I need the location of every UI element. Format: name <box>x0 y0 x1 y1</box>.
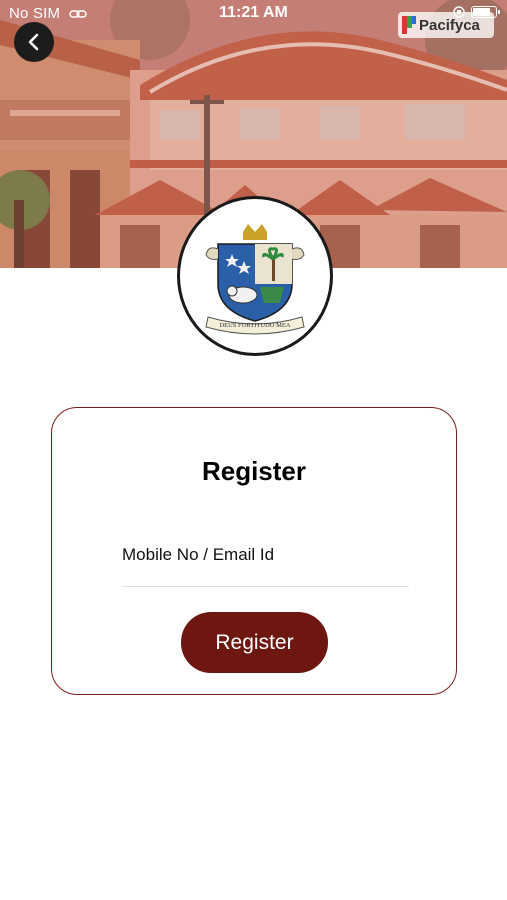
back-button[interactable] <box>14 22 54 62</box>
register-button[interactable]: Register <box>181 612 328 673</box>
crest-emblem: DEUS FORTITUDO MEA <box>205 224 305 335</box>
watermark-text: Pacifyca <box>419 16 480 34</box>
chevron-left-icon <box>28 33 39 51</box>
college-crest-logo: DEUS FORTITUDO MEA <box>177 196 333 356</box>
input-underline <box>122 586 409 587</box>
crest-motto: DEUS FORTITUDO MEA <box>219 322 290 329</box>
pacifyca-watermark: Pacifyca <box>398 12 494 38</box>
card-title: Register <box>201 456 307 486</box>
register-card: Register Mobile No / Email Id Register <box>51 407 457 695</box>
pacifyca-logo-icon <box>402 16 416 34</box>
